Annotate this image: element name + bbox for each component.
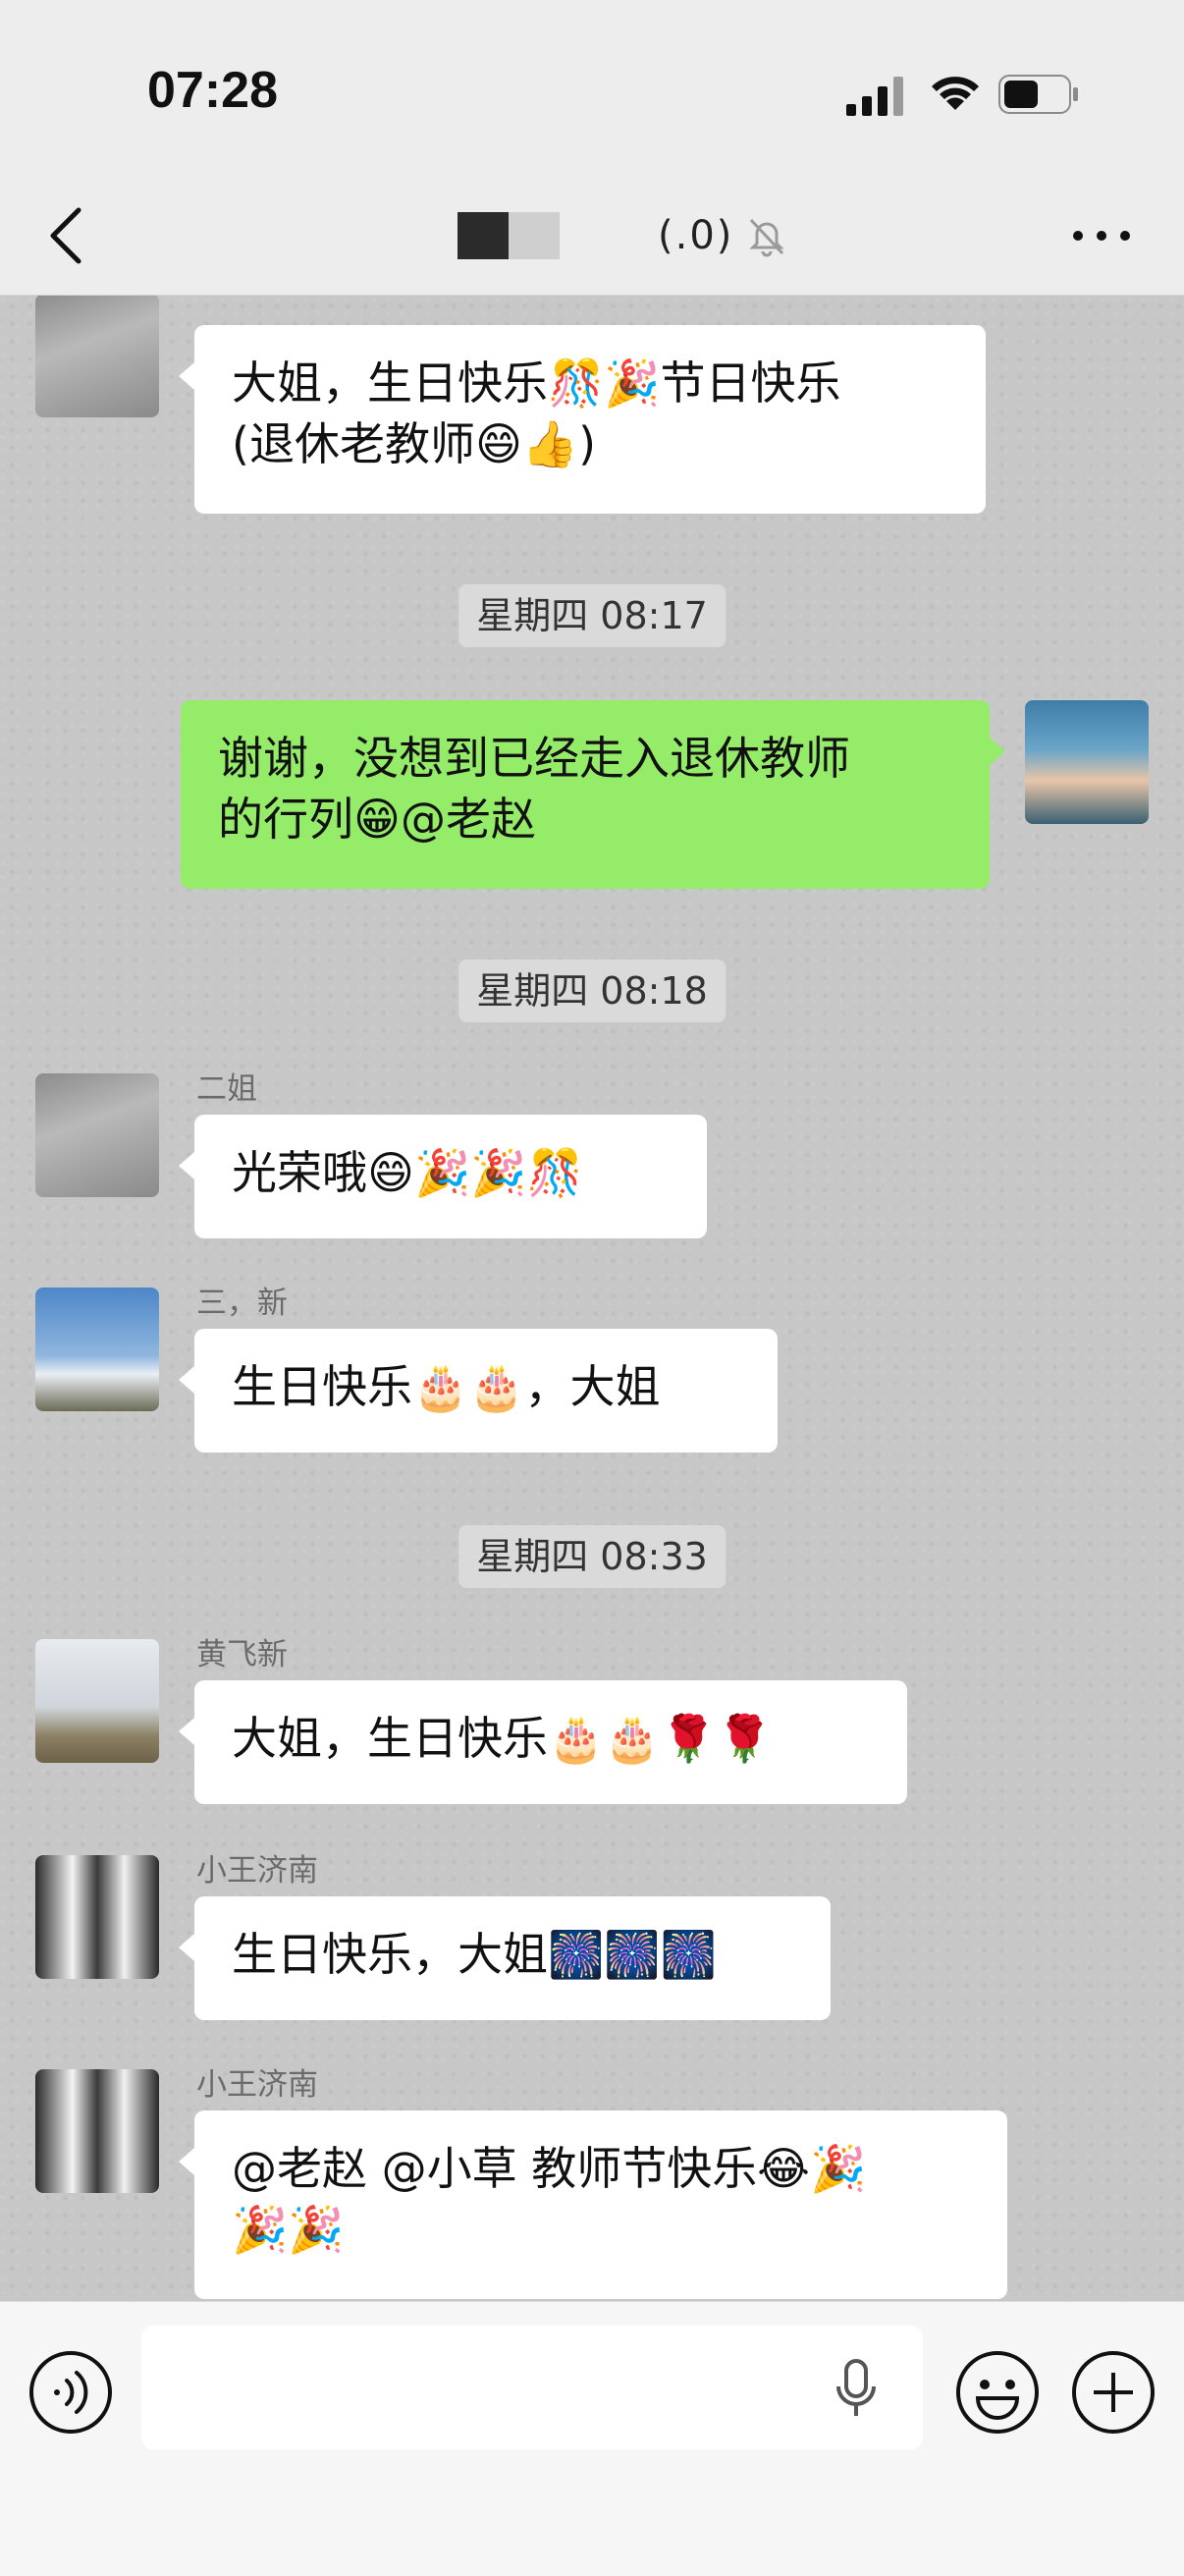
- sender-name: 小王济南: [196, 1853, 318, 1889]
- sender-name: 黄飞新: [196, 1637, 288, 1672]
- mic-icon[interactable]: [833, 2357, 880, 2420]
- input-bar: [0, 2301, 1184, 2576]
- status-bar: 07:28: [0, 0, 1184, 177]
- sender-name: 三，新: [196, 1286, 288, 1321]
- message-bubble[interactable]: 谢谢，没想到已经走入退休教师 的行列😁@老赵: [181, 700, 1005, 889]
- avatar[interactable]: [35, 1288, 159, 1411]
- redacted-title-block: [457, 212, 509, 259]
- cellular-signal-icon: [846, 77, 903, 116]
- plus-icon: [1072, 2351, 1155, 2434]
- avatar[interactable]: [1025, 700, 1149, 824]
- message-list[interactable]: 大姐，生日快乐🎊🎉节日快乐 (退休老教师😄👍) 星期四 08:17 谢谢，没想到…: [0, 296, 1184, 2301]
- back-button[interactable]: [39, 200, 98, 271]
- bell-slash-icon: [749, 218, 784, 257]
- battery-icon: [998, 75, 1078, 114]
- message-bubble[interactable]: 生日快乐🎂🎂，大姐: [179, 1329, 778, 1452]
- avatar[interactable]: [35, 1073, 159, 1197]
- message-timestamp: 星期四 08:33: [458, 1525, 726, 1588]
- message-bubble[interactable]: 光荣哦😄🎉🎉🎊: [179, 1115, 707, 1238]
- chevron-left-icon: [50, 207, 81, 264]
- avatar[interactable]: [35, 1855, 159, 1979]
- emoji-button[interactable]: [954, 2349, 1041, 2436]
- chat-header: (.0): [0, 177, 1184, 296]
- message-timestamp: 星期四 08:18: [458, 959, 726, 1022]
- message-bubble[interactable]: 生日快乐，大姐🎆🎆🎆: [179, 1896, 831, 2020]
- message-bubble[interactable]: 大姐，生日快乐🎂🎂🌹🌹: [179, 1680, 907, 1804]
- voice-icon: [29, 2351, 112, 2434]
- wifi-icon: [932, 77, 979, 110]
- voice-button[interactable]: [27, 2349, 114, 2436]
- status-time: 07:28: [147, 62, 278, 119]
- redacted-title-block: [509, 212, 560, 259]
- member-count: (.0): [658, 213, 734, 258]
- message-timestamp: 星期四 08:17: [458, 584, 726, 647]
- message-bubble[interactable]: 大姐，生日快乐🎊🎉节日快乐 (退休老教师😄👍): [179, 325, 986, 514]
- sender-name: 小王济南: [196, 2067, 318, 2103]
- message-input[interactable]: [141, 2326, 923, 2449]
- emoji-icon: [956, 2351, 1039, 2434]
- avatar[interactable]: [35, 296, 159, 417]
- more-options-button[interactable]: [1066, 216, 1137, 255]
- more-functions-button[interactable]: [1070, 2349, 1157, 2436]
- more-dots-icon: [1073, 231, 1130, 241]
- chat-title: (.0): [457, 206, 788, 265]
- avatar[interactable]: [35, 1639, 159, 1763]
- message-bubble[interactable]: @老赵 @小草 教师节快乐😂🎉 🎉🎉: [179, 2110, 1007, 2299]
- sender-name: 二姐: [196, 1071, 257, 1107]
- avatar[interactable]: [35, 2069, 159, 2193]
